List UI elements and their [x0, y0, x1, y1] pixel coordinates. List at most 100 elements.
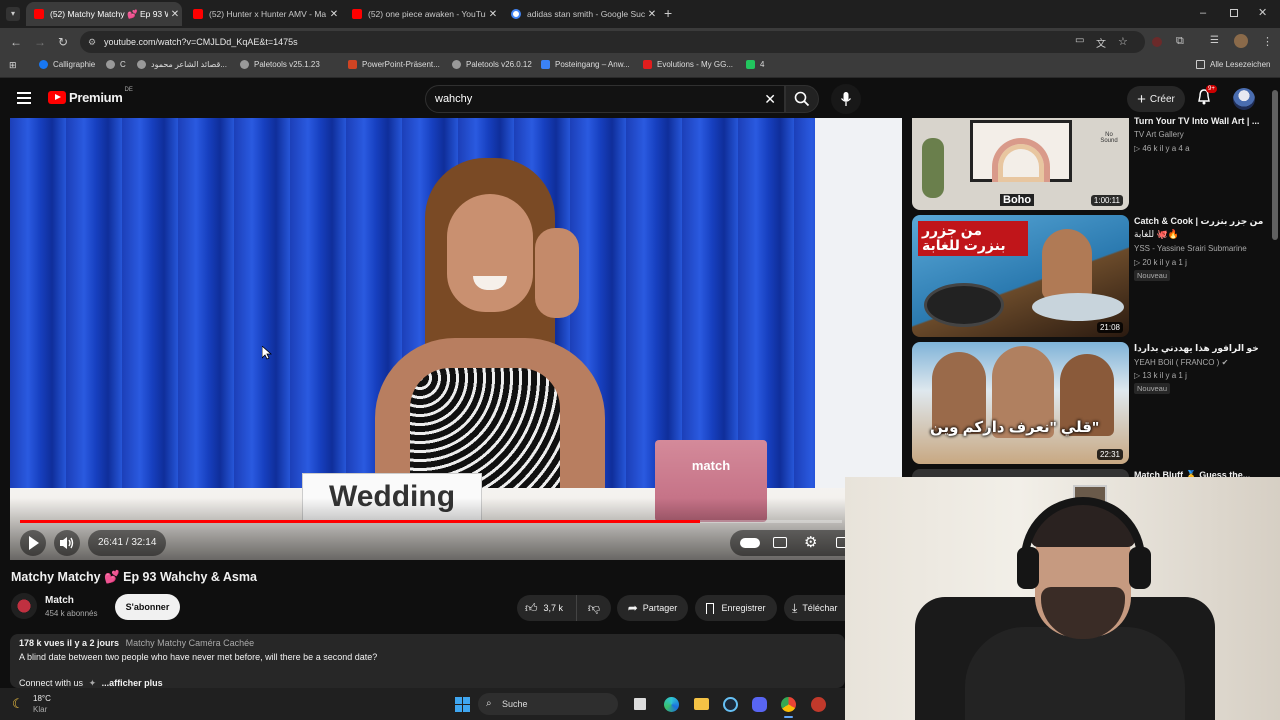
bookmark-item[interactable]: Posteingang – Anw...: [541, 60, 630, 69]
thumbnail-overlay-text: من جزرر بنزرت للغابة: [918, 221, 1028, 256]
minimize-icon[interactable]: –: [1200, 7, 1206, 19]
bookmark-item[interactable]: قصائد الشاعر محمود...: [137, 60, 227, 69]
bookmark-item[interactable]: Paletools v26.0.12: [452, 60, 532, 69]
chrome-icon[interactable]: [781, 697, 796, 712]
subscribe-label: S'abonner: [125, 602, 170, 612]
steam-icon[interactable]: [723, 697, 738, 712]
tab-title: adidas stan smith - Google Suc: [527, 9, 645, 19]
video-thumbnail[interactable]: No Sound Boho 1:00:11: [912, 118, 1129, 210]
channel-name[interactable]: TV Art Gallery: [1134, 130, 1184, 139]
account-avatar[interactable]: [1233, 88, 1255, 110]
apps-icon[interactable]: ⊞: [9, 60, 17, 71]
connect-text: Connect with us: [19, 678, 84, 688]
tab-hunter[interactable]: (52) Hunter x Hunter AMV - Ma ✕: [185, 2, 341, 26]
progress-bar[interactable]: [20, 520, 842, 523]
site-info-icon[interactable]: ⚙: [88, 31, 96, 53]
app-icon[interactable]: [811, 697, 826, 712]
youtube-logo[interactable]: Premium DE: [48, 87, 133, 105]
video-title[interactable]: خو الرافور هذا يهددني بداردا: [1134, 343, 1259, 354]
extension-icon[interactable]: [1152, 37, 1162, 47]
tab-google[interactable]: adidas stan smith - Google Suc ✕: [503, 2, 659, 26]
tab-onepiece[interactable]: (52) one piece awaken - YouTub ✕: [344, 2, 500, 26]
file-explorer-icon[interactable]: [694, 698, 709, 710]
share-button[interactable]: ➦ Partager: [617, 595, 688, 621]
time-display: 26:41 / 32:14: [88, 530, 167, 556]
bookmark-item[interactable]: 4: [746, 60, 764, 69]
sidebar-scrollbar[interactable]: [1272, 90, 1278, 240]
voice-search-button[interactable]: [831, 84, 861, 114]
channel-name[interactable]: Match: [45, 595, 74, 606]
address-bar[interactable]: ⚙ youtube.com/watch?v=CMJLDd_KqAE&t=1475…: [80, 31, 1145, 53]
weather-temp[interactable]: 18°C: [33, 694, 51, 703]
translate-icon[interactable]: 文: [1096, 35, 1106, 50]
search-button[interactable]: [785, 85, 819, 113]
close-window-icon[interactable]: ✕: [1258, 6, 1267, 19]
video-title[interactable]: Catch & Cook | من جزر بنزرت: [1134, 216, 1263, 227]
tab-matchy[interactable]: (52) Matchy Matchy 💕 Ep 93 W ✕: [26, 2, 182, 26]
close-icon[interactable]: ✕: [168, 9, 182, 20]
browser-menu-icon[interactable]: ⋮: [1262, 35, 1273, 48]
all-bookmarks[interactable]: Alle Lesezeichen: [1196, 60, 1270, 69]
restore-icon[interactable]: [1230, 9, 1238, 17]
video-player[interactable]: Wedding match 26:41 / 32:14 ⚙: [10, 118, 902, 560]
discord-icon[interactable]: [752, 697, 767, 712]
bookmark-item[interactable]: Evolutions - My GG...: [643, 60, 733, 69]
windows-start-icon[interactable]: [455, 697, 470, 712]
hamburger-menu-icon[interactable]: [17, 92, 31, 104]
autoplay-toggle[interactable]: [740, 538, 760, 548]
clear-search-icon[interactable]: ✕: [764, 86, 776, 112]
show-more-link[interactable]: ...afficher plus: [102, 678, 163, 688]
person-figure: [355, 158, 615, 508]
channel-avatar[interactable]: [11, 593, 37, 619]
tab-list-menu-icon[interactable]: ▾: [6, 7, 20, 21]
profile-avatar[interactable]: [1234, 34, 1248, 48]
create-button[interactable]: + Créer: [1127, 86, 1185, 112]
subscribe-button[interactable]: S'abonner: [115, 594, 180, 620]
new-tab-button[interactable]: +: [664, 5, 672, 21]
search-input[interactable]: wahchy ✕: [425, 85, 785, 113]
subtitles-icon[interactable]: [773, 537, 787, 548]
pan-thumb: [924, 283, 1004, 327]
download-button[interactable]: ⤓ Téléchar: [784, 595, 845, 621]
reload-icon[interactable]: ↻: [58, 35, 68, 49]
save-button[interactable]: Enregistrer: [695, 595, 777, 621]
close-icon[interactable]: ✕: [645, 9, 659, 20]
volume-icon: [60, 537, 74, 549]
weather-desc: Klar: [33, 705, 48, 714]
bookmark-item[interactable]: Paletools v25.1.23: [240, 60, 320, 69]
like-button[interactable]: 👍︎ 3,7 k: [517, 595, 577, 621]
play-button[interactable]: [20, 530, 46, 556]
notifications-button[interactable]: 9+: [1196, 85, 1217, 109]
channel-name[interactable]: YEAH BOiI ( FRANCO ) ✔: [1134, 358, 1228, 367]
task-view-icon[interactable]: [634, 698, 646, 710]
channel-name[interactable]: YSS - Yassine Srairi Submarine: [1134, 244, 1247, 253]
video-thumbnail[interactable]: من جزرر بنزرت للغابة 21:08: [912, 215, 1129, 337]
forward-icon[interactable]: →: [34, 35, 46, 49]
dislike-button[interactable]: 👎︎: [577, 601, 611, 616]
close-icon[interactable]: ✕: [486, 9, 500, 20]
bookmark-item[interactable]: Calligraphie: [39, 60, 95, 69]
windows-taskbar: ☾ 18°C Klar ⌕ Suche: [0, 688, 845, 720]
video-tags[interactable]: Matchy Matchy Caméra Cachée: [126, 638, 255, 648]
cast-icon[interactable]: ▭: [1075, 35, 1084, 46]
volume-button[interactable]: [54, 530, 80, 556]
bookmark-item[interactable]: PowerPoint-Präsent...: [348, 60, 440, 69]
taskbar-search[interactable]: ⌕ Suche: [478, 693, 618, 715]
video-title[interactable]: Turn Your TV Into Wall Art | ...: [1134, 116, 1259, 126]
taskbar-search-label: Suche: [502, 699, 528, 709]
edge-icon[interactable]: [664, 697, 679, 712]
bookmark-item[interactable]: C: [106, 60, 126, 69]
sidebar-icon[interactable]: ☰: [1210, 35, 1219, 46]
thumbnail-overlay-text: قلي "نعرف داركم وين": [930, 419, 1100, 436]
bookmark-star-icon[interactable]: ☆: [1118, 35, 1128, 48]
new-badge: Nouveau: [1134, 270, 1171, 281]
extensions-puzzle-icon[interactable]: ⧉: [1176, 35, 1184, 48]
duration-badge: 21:08: [1096, 322, 1123, 333]
settings-icon[interactable]: ⚙: [804, 533, 817, 551]
views-date: 178 k vues il y a 2 jours Matchy Matchy …: [19, 638, 254, 648]
video-thumbnail[interactable]: قلي "نعرف داركم وين" 22:31: [912, 342, 1129, 464]
search-icon: [794, 91, 810, 107]
close-icon[interactable]: ✕: [327, 9, 341, 20]
back-icon[interactable]: ←: [10, 35, 22, 49]
plus-icon: +: [1137, 90, 1146, 108]
